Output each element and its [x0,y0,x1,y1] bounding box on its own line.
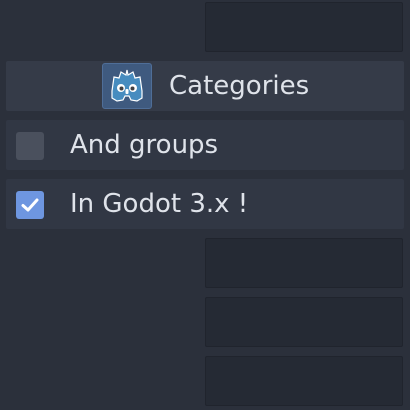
checkbox-label: In Godot 3.x ! [70,189,249,219]
empty-slot [205,238,403,288]
checkbox-row-in-godot[interactable]: In Godot 3.x ! [6,179,404,229]
checkbox-label: And groups [70,130,219,160]
checkbox-checked-icon[interactable] [16,191,44,219]
empty-slot [205,297,403,347]
checkbox-unchecked-icon[interactable] [16,132,44,160]
empty-slot [205,356,403,406]
category-header[interactable]: Categories [6,61,404,111]
header-label: Categories [169,71,310,101]
godot-logo-icon [102,63,152,109]
checkbox-row-and-groups[interactable]: And groups [6,120,404,170]
empty-slot [205,2,403,52]
